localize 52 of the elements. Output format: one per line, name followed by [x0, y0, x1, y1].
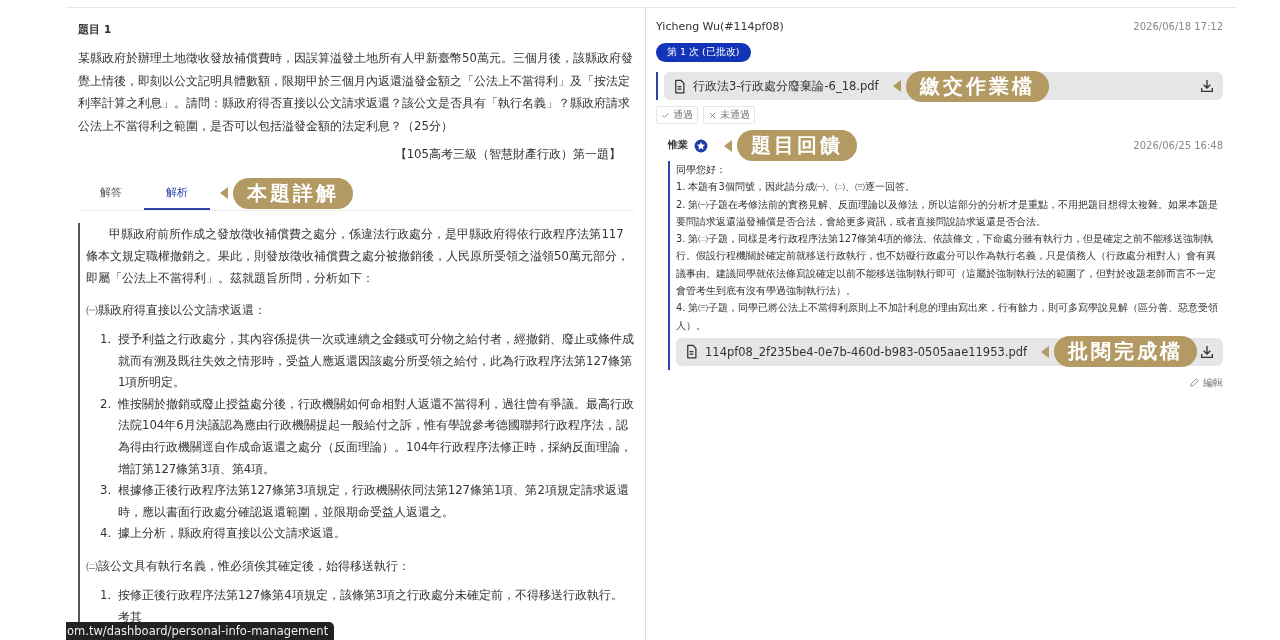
feedback-text: 2. 第㈠子題在考修法前的實務見解、反面理論以及修法，所以這部分的分析才是重點，不用把題目想得太複雜。如果本題是要問請求返還溢發補償是否合法，會給更多資訊，或者直接問說請求返還是否合法。 [676, 197, 1220, 229]
analysis-paragraph: 甲縣政府前所作成之發放徵收補償費之處分，係違法行政處分，是甲縣政府得依行政程序法第117條本文規定職權撤銷之。果此，則發放徵收補償費之處分被撤銷後，人民原所受領之溢領50萬元部分，即屬「公法上不當得利」。茲就題旨所問，分析如下： [86, 226, 630, 287]
list-item-text: 惟按關於撤銷或廢止授益處分後，行政機關如何命相對人返還不當得利，過往曾有爭議。最高行政法院104年6月決議認為應由行政機關提起一般給付之訴，惟有學說參考德國聯邦行政程序法，認為得由行政機關逕自作成命返還之處分（反面理論）。104年行政程序法修正時，採納反面理論，增訂第127條第3項、第4項。 [118, 395, 635, 478]
edit-button[interactable]: 編輯 [1189, 375, 1223, 390]
list-item-text: 根據修正後行政程序法第127條第3項規定，行政機關依同法第127條第1項、第2項規定請求返還時，應以書面行政處分確認返還範圍，並限期命受益人返還之。 [118, 482, 630, 521]
approve-button[interactable]: 通過 [656, 106, 698, 124]
attempt-badge[interactable]: 第 1 次 (已批改) [656, 43, 751, 62]
timestamp: 2026/06/18 17:12 [1133, 21, 1223, 32]
pointer-icon [724, 139, 732, 152]
tab[interactable]: 解答 [78, 176, 144, 210]
feedback-text: 3. 第㈡子題，同樣是考行政程序法第127條第4項的修法。依該條文，下命處分雖有執行力，但是確定之前不能移送強制執行。假設行程機關於確定前就移送行政執行，也不妨礙行政處分可以作為執行名義，只是債務人（行政處分相對人）會有異議事由。建議同學就依法條寫說確定以前不能移送強制執行即可（這屬於強制執行法的範圍了，但對於改題老師而言不一定會管考生到底有沒有學過強制執行法）。 [676, 232, 1217, 299]
list-item-text: 授予利益之行政處分，其內容係提供一次或連續之金錢或可分物之給付者，經撤銷、廢止或條件成就而有溯及既往失效之情形時，受益人應返還因該處分所受領之給付，此為行政程序法第127條第1項所明定。 [118, 331, 635, 392]
timestamp: 2026/06/25 16:48 [1133, 140, 1223, 151]
list-number: 1. [100, 331, 113, 348]
document-icon [684, 344, 699, 360]
callout-label: 本題詳解 [233, 177, 353, 209]
file-name[interactable]: 114pf08_2f235be4-0e7b-460d-b983-0505aae11953.pdf [705, 344, 1028, 359]
pencil-icon [1189, 377, 1200, 389]
callout-label: 題目回饋 [737, 130, 857, 161]
section-heading: ㈠縣政府得直接以公文請求返還： [86, 302, 267, 319]
file-name[interactable]: 行政法3-行政處分廢棄論-6_18.pdf [693, 78, 879, 94]
list-item-text: 按修正後行政程序法第127條第4項規定，該條第3項之行政處分未確定前，不得移送行政執行。考其 [118, 586, 625, 625]
tab[interactable]: 解析 [144, 176, 210, 210]
student-name: Yicheng Wu(#114pf08) [656, 20, 784, 33]
feedback-text: 同學您好： [676, 163, 727, 177]
star-badge-icon [694, 138, 708, 153]
list-number: 3. [100, 482, 113, 500]
download-icon[interactable] [1199, 343, 1215, 360]
author-name: 惟業 [668, 139, 688, 152]
list-number: 4. [100, 525, 113, 543]
check-icon [661, 110, 670, 120]
question-text: 某縣政府於辦理土地徵收發放補償費時，因誤算溢發土地所有人甲新臺幣50萬元。三個月後，該縣政府發覺上情後，即刻以公文記明具體數額，限期甲於三個月內返還溢發金額之「公法上不當得利」及「按法定利率計算之利息」。請問：縣政府得否直接以公文請求返還？該公文是否具有「執行名義」？縣政府請求公法上不當得利之範圍，是否可以包括溢發金額的法定利息？（25分） [78, 50, 634, 135]
reject-button[interactable]: 未通過 [703, 106, 755, 124]
question-title: 題目 1 [78, 22, 113, 37]
callout-label: 批閱完成檔 [1054, 336, 1198, 368]
feedback-text: 4. 第㈢子題，同學已將公法上不當得利原則上不加計利息的理由寫出來，行有餘力，則可多寫學說見解（區分善、惡意受領人）。 [676, 301, 1220, 333]
feedback-text: 1. 本題有3個問號，因此請分成㈠、㈡、㈢逐一回答。 [676, 180, 916, 195]
list-number: 1. [100, 586, 113, 604]
file-attachment[interactable]: 114pf08_2f235be4-0e7b-460d-b983-0505aae11953.pdf 批閱完成檔 [676, 337, 1223, 366]
download-icon[interactable] [1199, 78, 1215, 94]
close-icon [708, 110, 717, 120]
pointer-icon [1041, 345, 1050, 358]
list-item-text: 據上分析，縣政府得直接以公文請求返還。 [118, 525, 346, 543]
pointer-icon [220, 187, 228, 199]
file-attachment[interactable]: 行政法3-行政處分廢棄論-6_18.pdf 繳交作業檔 [664, 72, 1223, 100]
document-icon [672, 78, 687, 94]
callout-label: 繳交作業檔 [905, 70, 1049, 102]
pointer-icon [892, 80, 901, 92]
list-number: 2. [100, 395, 113, 413]
section-heading: ㈡該公文具有執行名義，惟必須俟其確定後，始得移送執行： [86, 557, 411, 575]
status-bar-url: om.tw/dashboard/personal-info-management [66, 622, 335, 640]
question-source: 【105高考三級（智慧財產行政）第一題】 [393, 147, 621, 162]
